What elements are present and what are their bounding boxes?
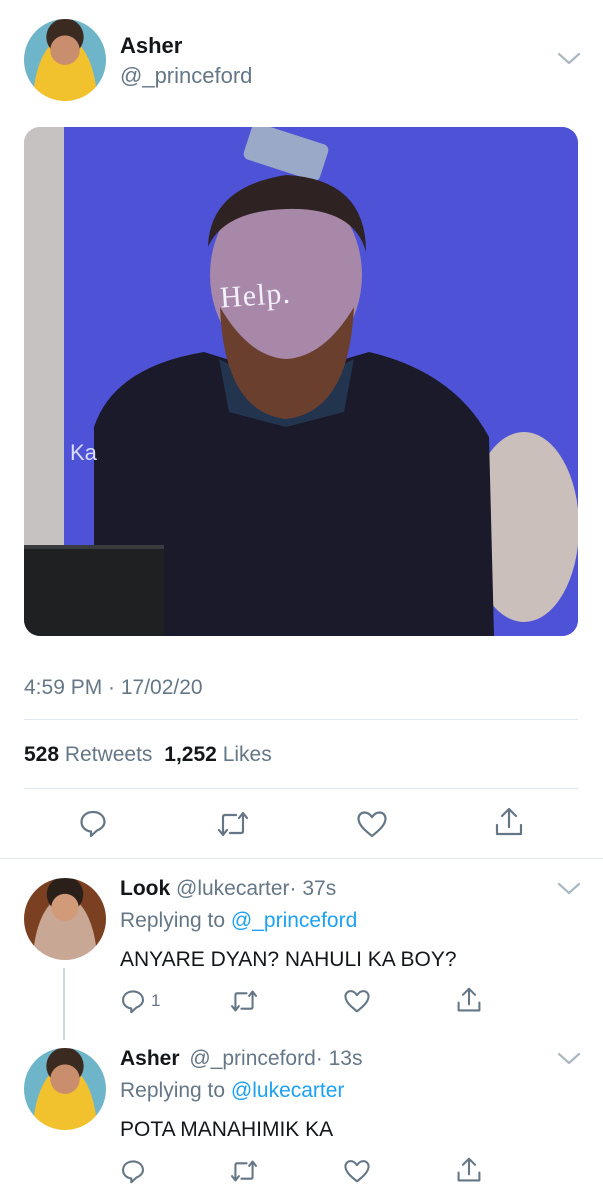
reply-avatar[interactable]: [24, 1048, 106, 1130]
reply-icon[interactable]: [78, 808, 108, 838]
replying-to: Replying to @_princeford: [120, 909, 357, 933]
reply-author-name[interactable]: Asher: [120, 1047, 180, 1070]
author-avatar[interactable]: [24, 19, 106, 101]
retweet-icon[interactable]: [229, 1159, 259, 1183]
reply-icon[interactable]: [120, 988, 146, 1014]
share-icon[interactable]: [456, 1156, 482, 1184]
likes-label[interactable]: Likes: [223, 743, 272, 766]
replying-to-label: Replying to: [120, 909, 226, 932]
likes-count[interactable]: 1,252: [164, 743, 217, 766]
retweets-label[interactable]: Retweets: [65, 743, 153, 766]
divider: [0, 858, 603, 859]
reply-author-handle[interactable]: @lukecarter: [176, 877, 290, 900]
replying-to-link[interactable]: @_princeford: [231, 909, 357, 932]
share-icon[interactable]: [456, 986, 482, 1014]
chevron-down-icon[interactable]: [556, 880, 582, 903]
author-handle[interactable]: @_princeford: [120, 63, 252, 89]
reply-icon[interactable]: [120, 1158, 146, 1184]
thread-connector-line: [63, 968, 65, 1040]
chevron-down-icon[interactable]: [556, 1050, 582, 1073]
heart-icon[interactable]: [343, 1159, 371, 1183]
divider: [24, 719, 578, 720]
reply-time[interactable]: · 37s: [290, 877, 337, 900]
replying-to-link[interactable]: @lukecarter: [231, 1079, 345, 1102]
retweet-icon[interactable]: [216, 810, 250, 838]
author-name[interactable]: Asher: [120, 33, 182, 59]
replying-to: Replying to @lukecarter: [120, 1079, 344, 1103]
photo-illustration: Ka: [24, 127, 578, 636]
divider: [24, 788, 578, 789]
reply-avatar[interactable]: [24, 878, 106, 960]
reply-text: ANYARE DYAN? NAHULI KA BOY?: [120, 948, 457, 971]
heart-icon[interactable]: [343, 989, 371, 1013]
reply-text: POTA MANAHIMIK KA: [120, 1118, 334, 1141]
reply-count: 1: [151, 991, 161, 1010]
retweet-icon[interactable]: [229, 989, 259, 1013]
share-icon[interactable]: [494, 806, 524, 838]
heart-icon[interactable]: [356, 810, 388, 838]
reply-time[interactable]: · 13s: [316, 1047, 363, 1070]
reply-header: Look @lukecarter· 37s: [120, 877, 336, 901]
projected-help-text: Help.: [218, 276, 292, 315]
reply-header: Asher @_princeford· 13s: [120, 1047, 362, 1071]
reply-author-name[interactable]: Look: [120, 877, 170, 900]
tweet-timestamp[interactable]: 4:59 PM · 17/02/20: [24, 676, 203, 700]
engagement-counts: 528 Retweets 1,252 Likes: [24, 743, 272, 767]
tweet-image[interactable]: Ka Help.: [24, 127, 578, 636]
reply-author-handle[interactable]: @_princeford: [189, 1047, 315, 1070]
retweets-count[interactable]: 528: [24, 743, 59, 766]
svg-text:Ka: Ka: [70, 440, 98, 465]
replying-to-label: Replying to: [120, 1079, 226, 1102]
chevron-down-icon[interactable]: [556, 50, 582, 73]
